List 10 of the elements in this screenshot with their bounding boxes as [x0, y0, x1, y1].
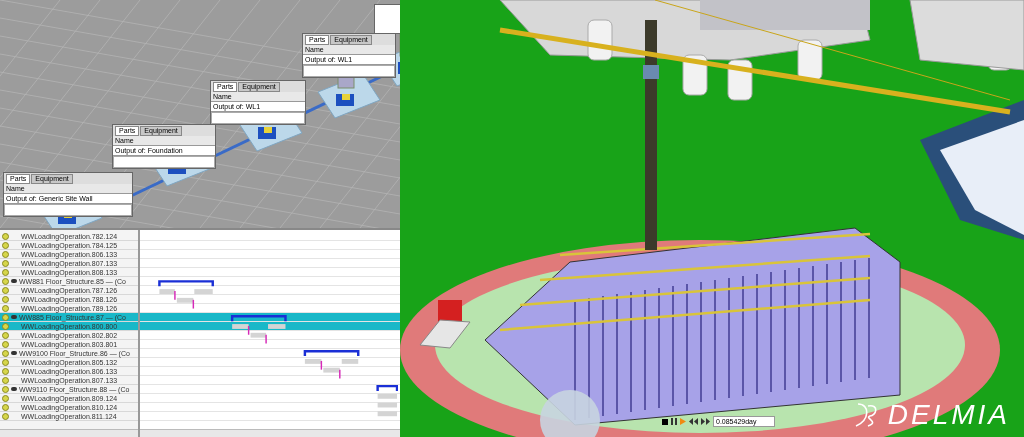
rewind-icon[interactable]	[689, 418, 698, 425]
horizontal-scrollbar[interactable]	[0, 429, 138, 437]
stop-icon[interactable]	[662, 418, 668, 425]
group-icon	[11, 315, 17, 319]
horizontal-scrollbar[interactable]	[140, 429, 400, 437]
group-icon	[11, 279, 17, 283]
fast-forward-icon[interactable]	[701, 418, 710, 425]
group-icon	[11, 387, 17, 391]
pause-icon[interactable]	[671, 418, 677, 425]
group-icon	[11, 351, 17, 355]
